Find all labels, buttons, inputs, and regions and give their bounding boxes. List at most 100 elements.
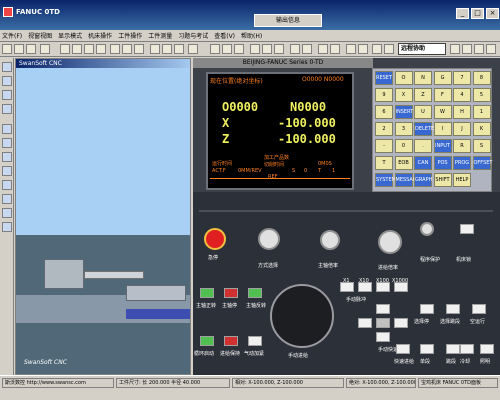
open-icon[interactable]: [14, 44, 24, 54]
key-s[interactable]: S: [472, 139, 491, 153]
mode-select-knob[interactable]: [258, 228, 280, 250]
key-eob[interactable]: EOB: [394, 156, 413, 170]
record-icon[interactable]: [250, 44, 260, 54]
camera-icon[interactable]: [384, 44, 394, 54]
emergency-stop-button[interactable]: [204, 228, 226, 250]
key-delete[interactable]: DELETE: [414, 122, 434, 136]
program-protect-key[interactable]: [420, 222, 434, 236]
rapid-feed-button[interactable]: [396, 344, 410, 354]
key-x[interactable]: X: [394, 88, 413, 102]
key-help[interactable]: HELP: [453, 173, 471, 187]
key-graph[interactable]: GRAPH: [414, 173, 432, 187]
copy-icon[interactable]: [2, 208, 12, 218]
single-block-button[interactable]: [420, 344, 434, 354]
screen-icon[interactable]: [302, 44, 312, 54]
stop-icon[interactable]: [274, 44, 284, 54]
minimize-button[interactable]: _: [456, 8, 469, 19]
menu-view[interactable]: 查看(V): [214, 31, 235, 40]
zoom-in-icon[interactable]: [60, 44, 70, 54]
menu-file[interactable]: 文件(F): [2, 31, 22, 40]
light-button[interactable]: [480, 344, 494, 354]
key-6[interactable]: 6: [375, 105, 393, 119]
key-h[interactable]: H: [453, 105, 471, 119]
maximize-button[interactable]: □: [471, 8, 484, 19]
key-t[interactable]: T: [375, 156, 393, 170]
feed-hold-button[interactable]: [224, 336, 238, 346]
key-shift[interactable]: SHIFT: [433, 173, 452, 187]
key-0[interactable]: 0: [394, 139, 413, 153]
help-icon[interactable]: [450, 44, 460, 54]
key-9[interactable]: 9: [375, 88, 393, 102]
jog-right-button[interactable]: [394, 318, 408, 328]
key-g[interactable]: G: [433, 71, 452, 85]
key-3[interactable]: 3: [394, 122, 413, 136]
dry-run-button[interactable]: [472, 304, 486, 314]
coolant-button[interactable]: [460, 344, 474, 354]
key-r[interactable]: R: [453, 139, 471, 153]
key-5[interactable]: 5: [472, 88, 491, 102]
remote-assist-select[interactable]: 远程协助: [398, 43, 446, 55]
menu-view-window[interactable]: 视窗视图: [28, 31, 52, 40]
zoom-out-icon[interactable]: [72, 44, 82, 54]
rotate-icon[interactable]: [96, 44, 106, 54]
key-system[interactable]: SYSTEM: [375, 173, 396, 187]
play-icon[interactable]: [262, 44, 272, 54]
key-input[interactable]: INPUT: [433, 139, 452, 153]
key-i[interactable]: I: [433, 122, 452, 136]
door-icon[interactable]: [150, 44, 160, 54]
coolant-icon[interactable]: [162, 44, 172, 54]
skip-button[interactable]: [446, 344, 460, 354]
spindle-stop-button[interactable]: [224, 288, 238, 298]
key-j[interactable]: J: [453, 122, 471, 136]
list-icon[interactable]: [2, 222, 12, 232]
air-clamp-button[interactable]: [248, 336, 262, 346]
key-7[interactable]: 7: [453, 71, 471, 85]
view-top-icon[interactable]: [122, 44, 132, 54]
measure-icon[interactable]: [222, 44, 232, 54]
key-4[interactable]: 4: [453, 88, 471, 102]
key-w[interactable]: W: [433, 105, 452, 119]
select-skip-button[interactable]: [446, 304, 460, 314]
spindle-forward-button[interactable]: [200, 288, 214, 298]
new-icon[interactable]: [2, 44, 12, 54]
key-1[interactable]: 1: [472, 105, 491, 119]
cycle-start-button[interactable]: [200, 336, 214, 346]
book-icon[interactable]: [2, 124, 12, 134]
key-o[interactable]: O: [394, 71, 413, 85]
jog-down-button[interactable]: [376, 332, 390, 342]
document-icon[interactable]: [2, 152, 12, 162]
key-cancel[interactable]: CAN: [414, 156, 432, 170]
key-minus[interactable]: -: [375, 139, 393, 153]
tool-icon[interactable]: [210, 44, 220, 54]
grid-icon[interactable]: [290, 44, 300, 54]
optional-stop-button[interactable]: [420, 304, 434, 314]
key-prog[interactable]: PROG: [453, 156, 471, 170]
menu-exercise-exam[interactable]: 习题与考试: [178, 31, 208, 40]
view-front-icon[interactable]: [110, 44, 120, 54]
info-icon[interactable]: [330, 44, 340, 54]
key-reset[interactable]: RESET: [375, 71, 393, 85]
key-8[interactable]: 8: [472, 71, 491, 85]
print-icon[interactable]: [40, 44, 50, 54]
menu-workpiece-op[interactable]: 工件操作: [118, 31, 142, 40]
chat-icon[interactable]: [462, 44, 472, 54]
key-f[interactable]: F: [433, 88, 452, 102]
3d-viewport[interactable]: SwanSoft CNC SwanSoft CNC: [15, 58, 191, 375]
spindle-override-knob[interactable]: [320, 230, 340, 250]
cutter-icon[interactable]: [2, 180, 12, 190]
menu-display-mode[interactable]: 显示模式: [58, 31, 82, 40]
cylinder-icon[interactable]: [2, 166, 12, 176]
key-z[interactable]: Z: [414, 88, 432, 102]
key-u[interactable]: U: [414, 105, 432, 119]
arrow-right-icon[interactable]: [358, 44, 368, 54]
key-n[interactable]: N: [414, 71, 432, 85]
light-icon[interactable]: [174, 44, 184, 54]
key-pos[interactable]: POS: [433, 156, 452, 170]
brush-icon[interactable]: [2, 90, 12, 100]
handwheel[interactable]: [270, 284, 334, 348]
arrow-left-icon[interactable]: [346, 44, 356, 54]
section-icon[interactable]: [234, 44, 244, 54]
key-k[interactable]: K: [472, 122, 491, 136]
user-icon[interactable]: [474, 44, 484, 54]
cube-icon[interactable]: [2, 62, 12, 72]
